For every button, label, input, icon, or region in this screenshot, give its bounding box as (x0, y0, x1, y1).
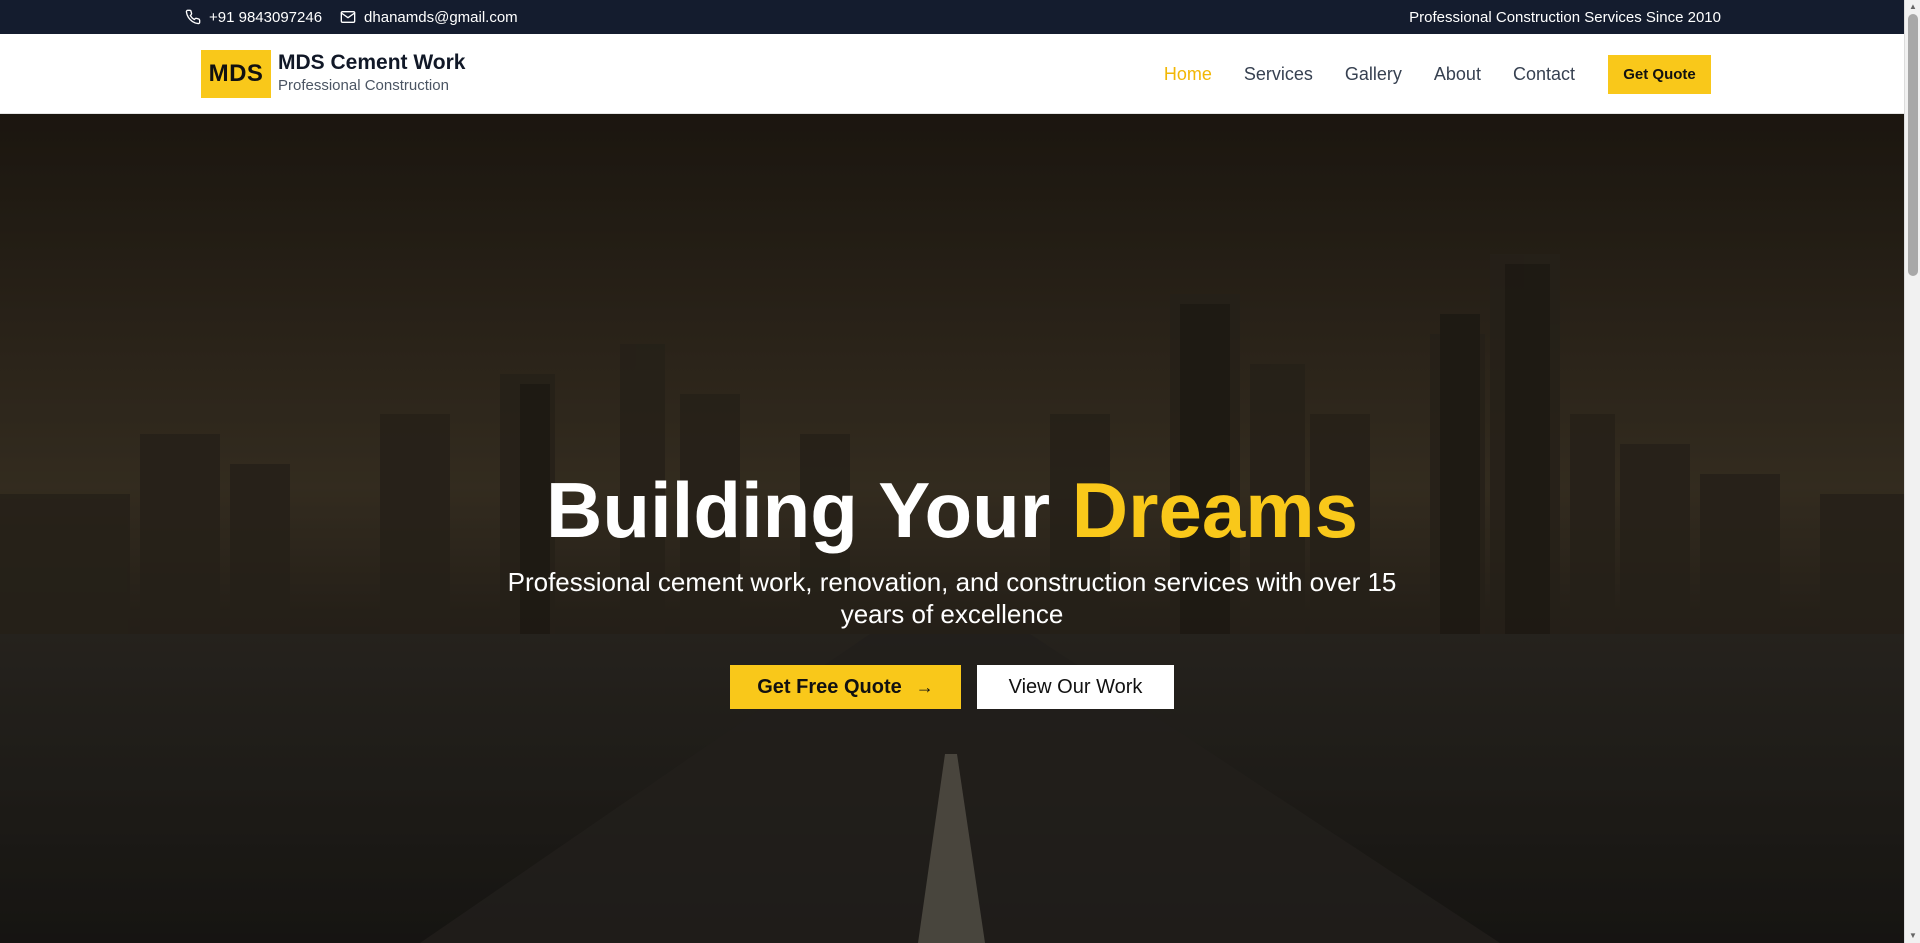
brand: MDS Cement Work Professional Constructio… (278, 50, 465, 96)
tagline: Professional Construction Services Since… (1409, 8, 1721, 26)
phone-icon (185, 9, 201, 25)
nav-home[interactable]: Home (1164, 64, 1212, 85)
contact-info: +91 9843097246 dhanamds@gmail.com (185, 0, 518, 34)
scrollbar-thumb[interactable] (1908, 14, 1918, 276)
arrow-right-icon: → (915, 676, 934, 697)
page-scrollbar[interactable]: ▲ ▼ (1904, 0, 1920, 943)
scroll-up-arrow-icon[interactable]: ▲ (1905, 0, 1920, 14)
nav-services[interactable]: Services (1244, 64, 1313, 85)
nav-contact[interactable]: Contact (1513, 64, 1575, 85)
hero-subtitle: Professional cement work, renovation, an… (507, 567, 1397, 629)
get-quote-button[interactable]: Get Quote (1608, 55, 1711, 94)
email-address: dhanamds@gmail.com (364, 8, 518, 26)
top-bar: +91 9843097246 dhanamds@gmail.com Profes… (0, 0, 1904, 34)
hero-actions: Get Free Quote → View Our Work (0, 665, 1904, 709)
phone-number: +91 9843097246 (209, 8, 323, 26)
hero-title: Building Your Dreams (0, 466, 1904, 554)
brand-name: MDS Cement Work (278, 51, 466, 74)
hero-title-accent: Dreams (1071, 466, 1358, 554)
logo[interactable]: MDS (201, 50, 271, 98)
get-free-quote-button[interactable]: Get Free Quote → (730, 665, 961, 709)
phone-contact[interactable]: +91 9843097246 (185, 9, 322, 26)
get-free-quote-label: Get Free Quote (757, 675, 902, 698)
hero-title-main: Building Your (546, 466, 1072, 554)
nav-about[interactable]: About (1434, 64, 1481, 85)
mail-icon (340, 11, 356, 23)
hero-section: Building Your Dreams Professional cement… (0, 114, 1904, 943)
scroll-down-arrow-icon[interactable]: ▼ (1905, 929, 1920, 943)
view-our-work-button[interactable]: View Our Work (977, 665, 1174, 709)
nav-gallery[interactable]: Gallery (1345, 64, 1402, 85)
site-header: MDS MDS Cement Work Professional Constru… (0, 34, 1904, 114)
email-contact[interactable]: dhanamds@gmail.com (340, 9, 518, 26)
main-nav: Home Services Gallery About Contact Get … (1132, 55, 1711, 94)
brand-subtitle: Professional Construction (278, 77, 449, 94)
